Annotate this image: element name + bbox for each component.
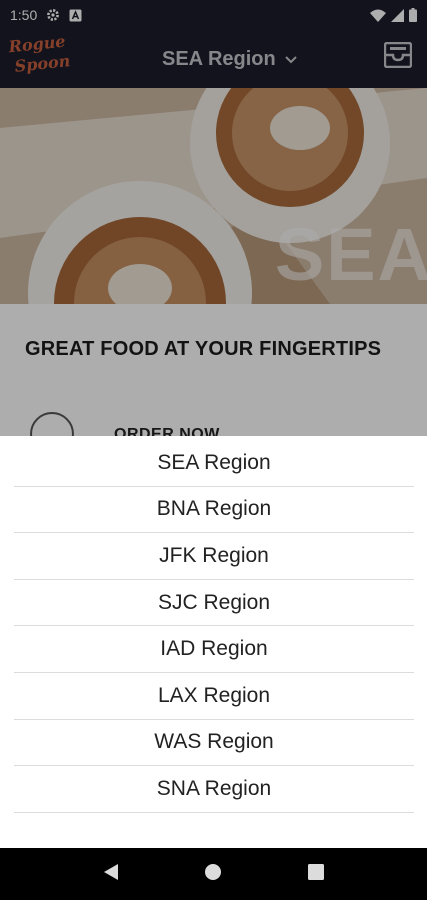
home-button[interactable]	[193, 854, 233, 894]
region-option-was[interactable]: WAS Region	[14, 720, 414, 767]
recents-icon	[307, 863, 324, 885]
back-button[interactable]	[91, 854, 131, 894]
back-icon	[103, 863, 119, 886]
recents-button[interactable]	[296, 854, 336, 894]
region-option-iad[interactable]: IAD Region	[14, 626, 414, 673]
home-icon	[204, 863, 222, 886]
navigation-bar	[0, 848, 427, 900]
region-option-bna[interactable]: BNA Region	[14, 487, 414, 534]
dim-overlay[interactable]	[0, 0, 427, 436]
region-picker-sheet: SEA Region BNA Region JFK Region SJC Reg…	[0, 436, 427, 848]
region-option-jfk[interactable]: JFK Region	[14, 533, 414, 580]
region-list: SEA Region BNA Region JFK Region SJC Reg…	[14, 440, 414, 813]
screen: 1:50 Rogue Spoon SEA Region SEA GREAT FO…	[0, 0, 427, 900]
region-option-lax[interactable]: LAX Region	[14, 673, 414, 720]
region-option-sea[interactable]: SEA Region	[14, 440, 414, 487]
region-option-sjc[interactable]: SJC Region	[14, 580, 414, 627]
region-option-sna[interactable]: SNA Region	[14, 766, 414, 813]
